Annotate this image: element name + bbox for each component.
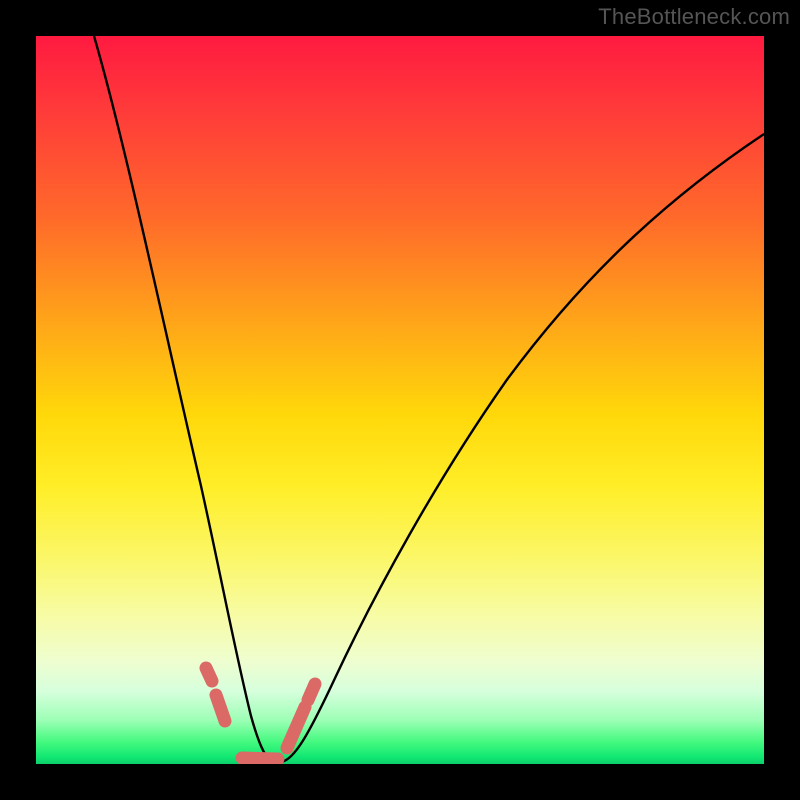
curve-path	[94, 36, 764, 762]
chart-area	[36, 36, 764, 764]
bottleneck-curve	[36, 36, 764, 764]
watermark-text: TheBottleneck.com	[598, 4, 790, 30]
